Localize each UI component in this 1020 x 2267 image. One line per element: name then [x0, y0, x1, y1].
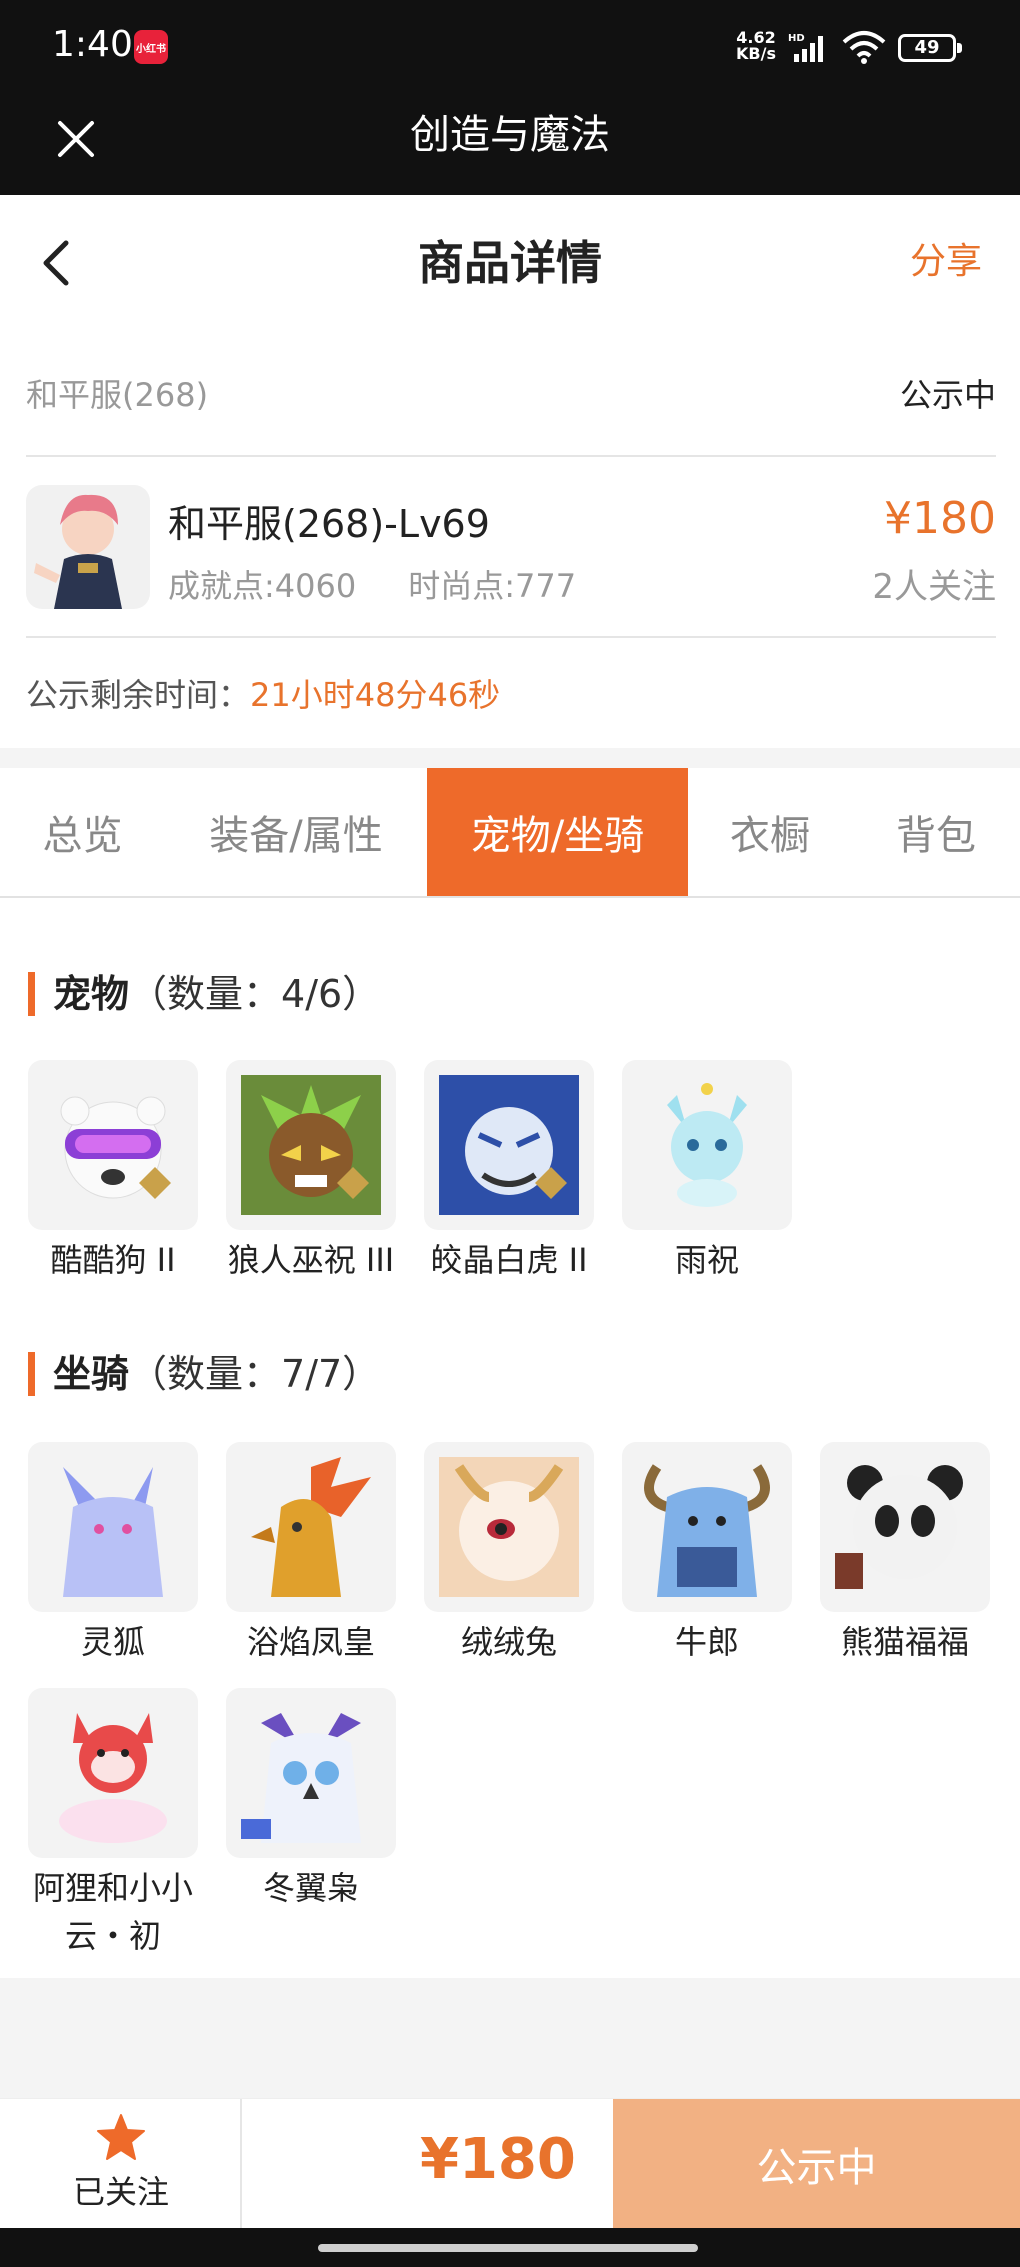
character-price: ¥180: [884, 493, 996, 544]
countdown-label: 公示剩余时间：: [26, 676, 251, 714]
pet-item[interactable]: 皎晶白虎 II: [414, 1060, 604, 1284]
mount-thumbnail: [424, 1442, 594, 1612]
title-bar: 创造与魔法: [0, 95, 1020, 195]
mount-item[interactable]: 牛郎: [612, 1442, 802, 1666]
pet-name: 狼人巫祝 III: [227, 1241, 395, 1279]
fashion-points: 时尚点:777: [408, 567, 577, 605]
mounts-title: 坐骑: [53, 1352, 130, 1396]
page-header: 商品详情 分享: [0, 195, 1020, 330]
pet-thumbnail: [226, 1060, 396, 1230]
divider: [26, 636, 996, 638]
status-time: 1:40: [52, 24, 133, 65]
mount-thumbnail: [622, 1442, 792, 1612]
pet-item[interactable]: 雨祝: [612, 1060, 802, 1284]
listing-status: 公示中: [899, 376, 996, 414]
pet-name: 皎晶白虎 II: [430, 1241, 588, 1279]
tab-equipment[interactable]: 装备/属性: [165, 768, 427, 896]
tab-pets-mounts[interactable]: 宠物/坐骑: [427, 768, 688, 896]
mount-name: 熊猫福福: [840, 1623, 969, 1661]
mount-name: 绒绒兔: [460, 1623, 557, 1661]
mount-item[interactable]: 浴焰凤皇: [216, 1442, 406, 1666]
pet-name: 雨祝: [674, 1241, 739, 1279]
pet-thumbnail: [424, 1060, 594, 1230]
wifi-icon: [842, 30, 886, 68]
page-title: 商品详情: [418, 236, 602, 290]
avatar: [26, 485, 150, 609]
follower-count: 2人关注: [872, 567, 996, 607]
tab-bar: 总览 装备/属性 宠物/坐骑 衣橱 背包: [0, 768, 1020, 898]
follow-label: 已关注: [72, 2173, 169, 2211]
character-stats: 成就点:4060 时尚点:777: [168, 561, 628, 607]
pet-name: 酷酷狗 II: [50, 1241, 176, 1279]
mount-item[interactable]: 灵狐: [18, 1442, 208, 1666]
mount-item[interactable]: 绒绒兔: [414, 1442, 604, 1666]
mounts-count: （数量：7/7）: [129, 1352, 381, 1396]
tab-backpack[interactable]: 背包: [852, 768, 1020, 896]
network-speed-unit: KB/s: [736, 44, 776, 63]
bottom-price: ¥180: [420, 2127, 576, 2192]
pet-thumbnail: [622, 1060, 792, 1230]
section-separator: [0, 748, 1020, 768]
network-speed: 4.62 KB/s: [736, 30, 776, 62]
pets-count: （数量：4/6）: [129, 972, 381, 1016]
network-type: HD: [788, 33, 805, 44]
character-row: 和平服(268)-Lv69 成就点:4060 时尚点:777 ¥180 2人关注: [0, 457, 1020, 637]
share-button[interactable]: 分享: [910, 237, 982, 287]
follow-button[interactable]: 已关注: [0, 2099, 242, 2229]
pet-item[interactable]: 狼人巫祝 III: [216, 1060, 406, 1284]
pets-section-title: 宠物（数量：4/6）: [28, 972, 380, 1016]
mount-thumbnail: [820, 1442, 990, 1612]
server-name: 和平服(268): [26, 376, 209, 414]
star-icon: [97, 2114, 145, 2160]
app-title: 创造与魔法: [410, 112, 610, 158]
mount-name: 灵狐: [80, 1623, 145, 1661]
pet-item[interactable]: 酷酷狗 II: [18, 1060, 208, 1284]
server-row: 和平服(268) 公示中: [0, 330, 1020, 455]
mount-name: 浴焰凤皇: [246, 1623, 375, 1661]
battery-indicator: 49: [898, 34, 962, 62]
mount-item[interactable]: 冬翼枭: [216, 1688, 406, 1912]
status-button[interactable]: 公示中: [613, 2099, 1020, 2229]
mount-thumbnail: [28, 1442, 198, 1612]
mount-name: 阿狸和小小云・初: [32, 1869, 193, 1955]
mounts-section-title: 坐骑（数量：7/7）: [28, 1352, 380, 1396]
system-nav-bar: [0, 2228, 1020, 2267]
content-footer-space: [0, 1978, 1020, 2098]
mount-thumbnail: [226, 1688, 396, 1858]
tab-overview[interactable]: 总览: [0, 768, 165, 896]
mount-name: 冬翼枭: [262, 1869, 359, 1907]
countdown: 公示剩余时间：21小时48分46秒: [26, 670, 500, 716]
mount-item[interactable]: 熊猫福福: [810, 1442, 1000, 1666]
status-bar: 1:40 小红书 4.62 KB/s HD 49: [0, 0, 1020, 95]
mount-thumbnail: [226, 1442, 396, 1612]
pet-thumbnail: [28, 1060, 198, 1230]
tab-wardrobe[interactable]: 衣橱: [688, 768, 852, 896]
home-indicator[interactable]: [318, 2244, 698, 2252]
bottom-action-bar: 已关注 ¥180 公示中: [0, 2098, 1020, 2229]
xiaohongshu-icon: 小红书: [134, 30, 168, 64]
signal-icon: HD: [788, 32, 830, 66]
mount-item[interactable]: 阿狸和小小云・初: [18, 1688, 208, 1960]
mount-thumbnail: [28, 1688, 198, 1858]
pets-title: 宠物: [53, 972, 130, 1016]
countdown-value: 21小时48分46秒: [250, 676, 501, 714]
achievement-points: 成就点:4060: [168, 567, 357, 605]
character-name: 和平服(268)-Lv69: [168, 502, 490, 546]
mount-name: 牛郎: [674, 1623, 739, 1661]
